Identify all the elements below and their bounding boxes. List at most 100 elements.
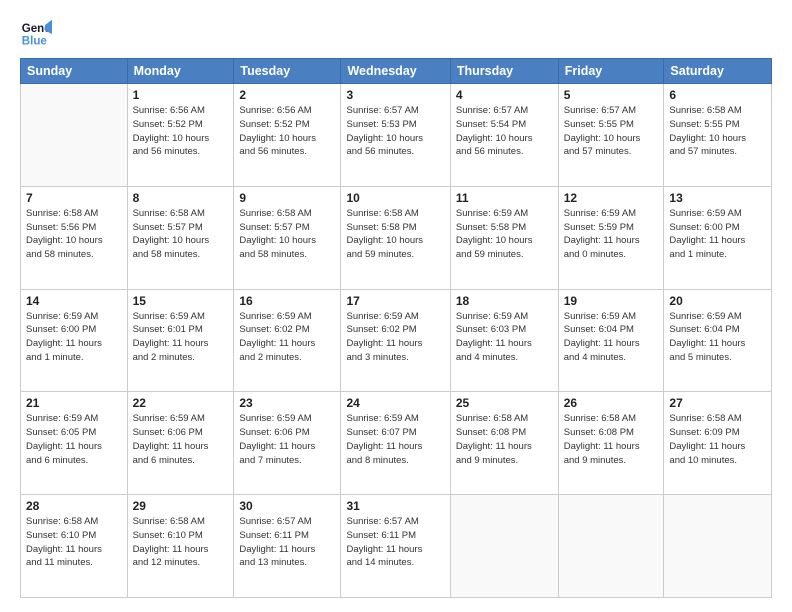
day-number: 24 (346, 396, 444, 410)
day-cell: 19 Sunrise: 6:59 AM Sunset: 6:04 PM Dayli… (558, 289, 664, 392)
day-info: Sunrise: 6:59 AM Sunset: 6:00 PM Dayligh… (26, 310, 122, 365)
day-number: 22 (133, 396, 229, 410)
day-info: Sunrise: 6:59 AM Sunset: 6:02 PM Dayligh… (239, 310, 335, 365)
weekday-header-tuesday: Tuesday (234, 59, 341, 84)
day-number: 21 (26, 396, 122, 410)
week-row-1: 1 Sunrise: 6:56 AM Sunset: 5:52 PM Daylig… (21, 84, 772, 187)
day-number: 29 (133, 499, 229, 513)
day-number: 16 (239, 294, 335, 308)
day-cell: 4Sunrise: 6:57 AM Sunset: 5:54 PM Daylig… (450, 84, 558, 187)
day-info: Sunrise: 6:57 AM Sunset: 5:53 PM Dayligh… (346, 104, 444, 159)
day-cell (21, 84, 128, 187)
day-info: Sunrise: 6:58 AM Sunset: 5:57 PM Dayligh… (133, 207, 229, 262)
day-cell: 14 Sunrise: 6:59 AM Sunset: 6:00 PM Dayli… (21, 289, 128, 392)
day-cell: 2 Sunrise: 6:56 AM Sunset: 5:52 PM Daylig… (234, 84, 341, 187)
day-cell: 1 Sunrise: 6:56 AM Sunset: 5:52 PM Daylig… (127, 84, 234, 187)
week-row-3: 14 Sunrise: 6:59 AM Sunset: 6:00 PM Dayli… (21, 289, 772, 392)
day-info: Sunrise: 6:59 AM Sunset: 6:05 PM Dayligh… (26, 412, 122, 467)
day-info: Sunrise: 6:58 AM Sunset: 5:57 PM Dayligh… (239, 207, 335, 262)
day-info: Sunrise: 6:57 AM Sunset: 5:54 PM Dayligh… (456, 104, 553, 159)
day-cell: 31 Sunrise: 6:57 AM Sunset: 6:11 PM Dayli… (341, 495, 450, 598)
day-info: Sunrise: 6:58 AM Sunset: 5:58 PM Dayligh… (346, 207, 444, 262)
day-number: 6 (669, 88, 766, 102)
day-number: 11 (456, 191, 553, 205)
day-number: 25 (456, 396, 553, 410)
day-info: Sunrise: 6:59 AM Sunset: 6:04 PM Dayligh… (564, 310, 659, 365)
weekday-header-sunday: Sunday (21, 59, 128, 84)
day-info: Sunrise: 6:59 AM Sunset: 6:03 PM Dayligh… (456, 310, 553, 365)
day-number: 20 (669, 294, 766, 308)
day-number: 30 (239, 499, 335, 513)
day-cell: 30 Sunrise: 6:57 AM Sunset: 6:11 PM Dayli… (234, 495, 341, 598)
day-cell (558, 495, 664, 598)
day-info: Sunrise: 6:57 AM Sunset: 5:55 PM Dayligh… (564, 104, 659, 159)
day-cell: 3 Sunrise: 6:57 AM Sunset: 5:53 PM Daylig… (341, 84, 450, 187)
day-number: 17 (346, 294, 444, 308)
day-info: Sunrise: 6:58 AM Sunset: 6:08 PM Dayligh… (564, 412, 659, 467)
day-cell: 24Sunrise: 6:59 AM Sunset: 6:07 PM Dayli… (341, 392, 450, 495)
day-info: Sunrise: 6:59 AM Sunset: 6:01 PM Dayligh… (133, 310, 229, 365)
week-row-5: 28Sunrise: 6:58 AM Sunset: 6:10 PM Dayli… (21, 495, 772, 598)
day-number: 23 (239, 396, 335, 410)
day-cell: 29Sunrise: 6:58 AM Sunset: 6:10 PM Dayli… (127, 495, 234, 598)
day-cell (664, 495, 772, 598)
day-cell: 11Sunrise: 6:59 AM Sunset: 5:58 PM Dayli… (450, 186, 558, 289)
day-number: 14 (26, 294, 122, 308)
day-info: Sunrise: 6:56 AM Sunset: 5:52 PM Dayligh… (133, 104, 229, 159)
day-cell: 10Sunrise: 6:58 AM Sunset: 5:58 PM Dayli… (341, 186, 450, 289)
calendar: SundayMondayTuesdayWednesdayThursdayFrid… (20, 58, 772, 598)
day-cell: 9 Sunrise: 6:58 AM Sunset: 5:57 PM Daylig… (234, 186, 341, 289)
day-cell: 7 Sunrise: 6:58 AM Sunset: 5:56 PM Daylig… (21, 186, 128, 289)
day-info: Sunrise: 6:59 AM Sunset: 6:02 PM Dayligh… (346, 310, 444, 365)
day-info: Sunrise: 6:58 AM Sunset: 5:56 PM Dayligh… (26, 207, 122, 262)
day-cell: 27Sunrise: 6:58 AM Sunset: 6:09 PM Dayli… (664, 392, 772, 495)
day-number: 3 (346, 88, 444, 102)
day-info: Sunrise: 6:58 AM Sunset: 6:08 PM Dayligh… (456, 412, 553, 467)
day-number: 1 (133, 88, 229, 102)
logo-icon: General Blue (20, 18, 52, 50)
logo: General Blue (20, 18, 52, 50)
day-number: 15 (133, 294, 229, 308)
day-number: 13 (669, 191, 766, 205)
header: General Blue (20, 18, 772, 50)
weekday-header-wednesday: Wednesday (341, 59, 450, 84)
day-number: 7 (26, 191, 122, 205)
day-cell: 25 Sunrise: 6:58 AM Sunset: 6:08 PM Dayli… (450, 392, 558, 495)
day-cell: 18 Sunrise: 6:59 AM Sunset: 6:03 PM Dayli… (450, 289, 558, 392)
day-info: Sunrise: 6:56 AM Sunset: 5:52 PM Dayligh… (239, 104, 335, 159)
day-number: 12 (564, 191, 659, 205)
weekday-header-friday: Friday (558, 59, 664, 84)
day-info: Sunrise: 6:59 AM Sunset: 6:04 PM Dayligh… (669, 310, 766, 365)
week-row-2: 7 Sunrise: 6:58 AM Sunset: 5:56 PM Daylig… (21, 186, 772, 289)
day-info: Sunrise: 6:57 AM Sunset: 6:11 PM Dayligh… (346, 515, 444, 570)
day-number: 26 (564, 396, 659, 410)
day-number: 31 (346, 499, 444, 513)
day-number: 2 (239, 88, 335, 102)
day-number: 9 (239, 191, 335, 205)
day-cell (450, 495, 558, 598)
day-cell: 26 Sunrise: 6:58 AM Sunset: 6:08 PM Dayli… (558, 392, 664, 495)
day-number: 18 (456, 294, 553, 308)
weekday-header-saturday: Saturday (664, 59, 772, 84)
svg-text:Blue: Blue (22, 36, 48, 48)
day-number: 27 (669, 396, 766, 410)
week-row-4: 21 Sunrise: 6:59 AM Sunset: 6:05 PM Dayli… (21, 392, 772, 495)
day-cell: 21 Sunrise: 6:59 AM Sunset: 6:05 PM Dayli… (21, 392, 128, 495)
day-cell: 16 Sunrise: 6:59 AM Sunset: 6:02 PM Dayli… (234, 289, 341, 392)
day-cell: 28Sunrise: 6:58 AM Sunset: 6:10 PM Dayli… (21, 495, 128, 598)
day-cell: 22 Sunrise: 6:59 AM Sunset: 6:06 PM Dayli… (127, 392, 234, 495)
day-cell: 12 Sunrise: 6:59 AM Sunset: 5:59 PM Dayli… (558, 186, 664, 289)
day-number: 8 (133, 191, 229, 205)
day-cell: 5 Sunrise: 6:57 AM Sunset: 5:55 PM Daylig… (558, 84, 664, 187)
day-cell: 15 Sunrise: 6:59 AM Sunset: 6:01 PM Dayli… (127, 289, 234, 392)
day-info: Sunrise: 6:59 AM Sunset: 5:59 PM Dayligh… (564, 207, 659, 262)
day-cell: 13Sunrise: 6:59 AM Sunset: 6:00 PM Dayli… (664, 186, 772, 289)
weekday-header-row: SundayMondayTuesdayWednesdayThursdayFrid… (21, 59, 772, 84)
day-info: Sunrise: 6:59 AM Sunset: 6:06 PM Dayligh… (133, 412, 229, 467)
day-cell: 20 Sunrise: 6:59 AM Sunset: 6:04 PM Dayli… (664, 289, 772, 392)
day-cell: 8 Sunrise: 6:58 AM Sunset: 5:57 PM Daylig… (127, 186, 234, 289)
day-number: 19 (564, 294, 659, 308)
day-cell: 6Sunrise: 6:58 AM Sunset: 5:55 PM Daylig… (664, 84, 772, 187)
day-info: Sunrise: 6:57 AM Sunset: 6:11 PM Dayligh… (239, 515, 335, 570)
day-number: 5 (564, 88, 659, 102)
